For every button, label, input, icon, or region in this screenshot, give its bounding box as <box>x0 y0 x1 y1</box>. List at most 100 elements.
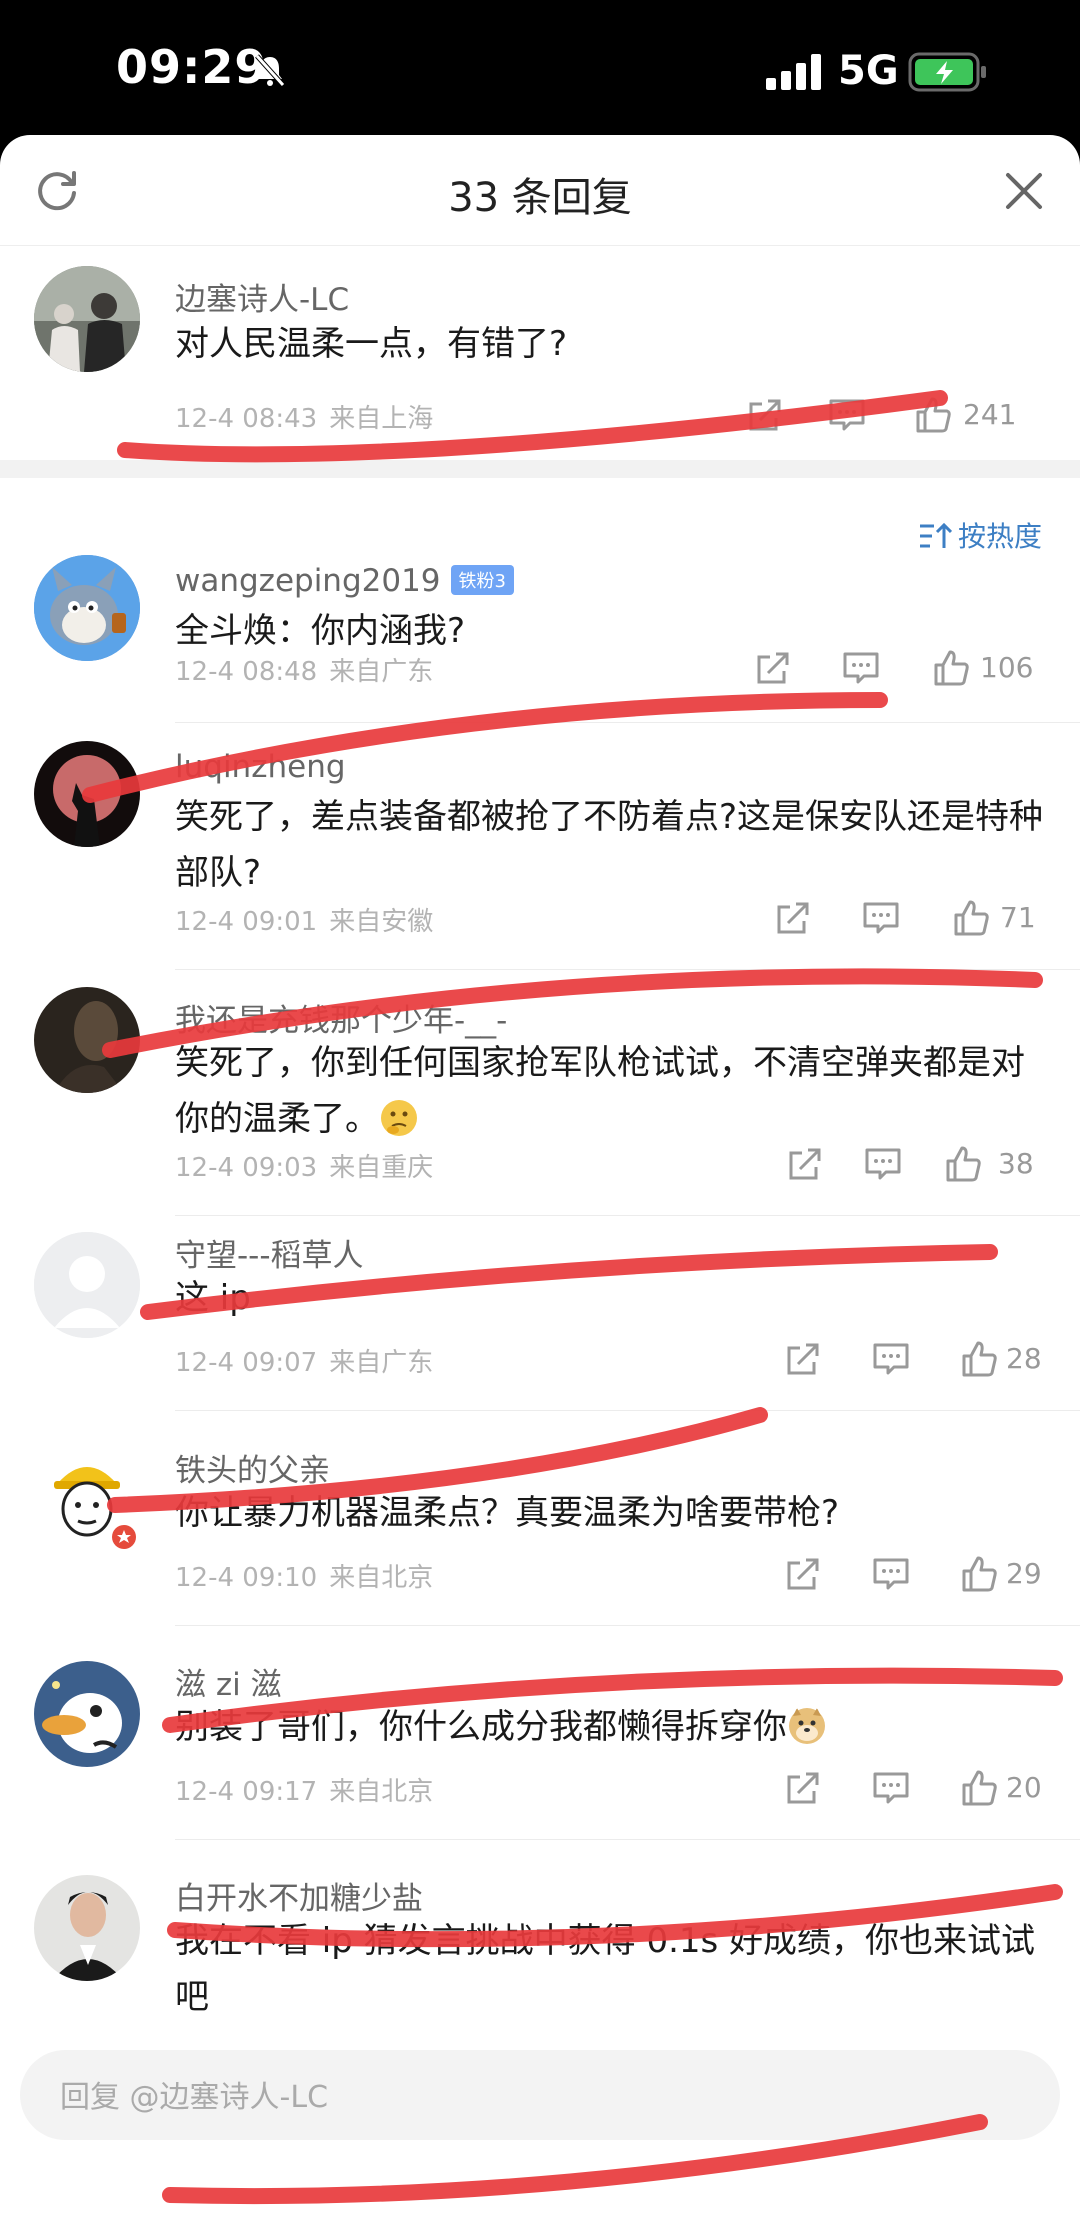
comment-meta: 12-4 08:48 来自广东 <box>175 651 433 688</box>
avatar[interactable] <box>34 1661 140 1767</box>
like-count: 241 <box>963 398 1017 431</box>
reply-input[interactable]: 回复 @边塞诗人-LC <box>20 2050 1060 2140</box>
comment-time: 12-4 09:10 <box>175 1563 318 1593</box>
fan-badge: 铁粉3 <box>450 565 514 595</box>
comment-username[interactable]: wangzeping2019 铁粉3 <box>175 563 514 599</box>
reply-item: 我还是充钱那个少年-__- 笑死了，你到任何国家抢军队枪试试，不清空弹夹都是对你… <box>0 983 1080 1253</box>
comment-content: 我在不看 ip 猜发言挑战中获得 0.1s 好成绩，你也来试试吧 <box>175 1921 1036 2017</box>
mute-icon <box>255 54 285 87</box>
close-icon[interactable] <box>1004 171 1044 211</box>
like-icon[interactable] <box>960 1769 998 1807</box>
comment-actions: 20 <box>784 1769 1046 1809</box>
like-icon[interactable] <box>952 899 990 937</box>
avatar[interactable] <box>34 1875 140 1981</box>
status-bar: 09:29 5G <box>0 0 1080 140</box>
comment-actions: 29 <box>784 1555 1046 1595</box>
comment-icon[interactable] <box>872 1340 910 1378</box>
reply-placeholder: 回复 @边塞诗人-LC <box>60 2080 329 2115</box>
comment-text: 别装了哥们，你什么成分我都懒得拆穿你 <box>175 1707 787 1747</box>
comment-content: 别装了哥们，你什么成分我都懒得拆穿你 <box>175 1699 1045 1755</box>
avatar[interactable] <box>34 987 140 1093</box>
username-text: wangzeping2019 <box>175 563 441 599</box>
avatar[interactable] <box>34 266 140 372</box>
divider <box>175 1625 1080 1626</box>
comment-text: 笑死了，你到任何国家抢军队枪试试，不清空弹夹都是对你的温柔了。 <box>175 1043 1025 1139</box>
share-icon[interactable] <box>784 1769 822 1807</box>
comment-meta: 12-4 09:07 来自广东 <box>175 1342 433 1379</box>
comment-time: 12-4 08:43 <box>175 404 318 434</box>
sort-label: 按热度 <box>957 520 1042 553</box>
avatar[interactable] <box>34 1447 140 1553</box>
comment-actions: 28 <box>784 1340 1046 1380</box>
like-icon[interactable] <box>914 396 952 434</box>
like-count: 106 <box>980 651 1034 684</box>
comment-meta: 12-4 09:17 来自北京 <box>175 1771 433 1808</box>
comment-location: 来自北京 <box>329 1563 434 1593</box>
comment-username[interactable]: luqinzheng <box>175 749 346 785</box>
comment-username[interactable]: 守望---稻草人 <box>175 1230 364 1275</box>
comment-username[interactable]: 我还是充钱那个少年-__- <box>175 995 507 1040</box>
share-icon[interactable] <box>746 396 784 434</box>
divider <box>175 722 1080 723</box>
like-icon[interactable] <box>960 1555 998 1593</box>
comment-location: 来自广东 <box>329 657 434 687</box>
like-icon[interactable] <box>932 649 970 687</box>
replies-panel: 33 条回复 边塞诗人-LC 对人民温柔一点，有错了? 12-4 08:43 来自… <box>0 135 1080 2233</box>
comment-icon[interactable] <box>862 899 900 937</box>
comment-actions: 71 <box>774 899 1046 939</box>
divider <box>175 1410 1080 1411</box>
comment-username[interactable]: 铁头的父亲 <box>175 1445 330 1490</box>
doge-emoji-icon <box>789 1708 825 1744</box>
share-icon[interactable] <box>784 1555 822 1593</box>
comment-actions: 38 <box>786 1145 1046 1185</box>
share-icon[interactable] <box>784 1340 822 1378</box>
comment-username[interactable]: 边塞诗人-LC <box>175 274 349 319</box>
section-divider <box>0 460 1080 478</box>
like-count: 38 <box>998 1147 1034 1180</box>
comment-icon[interactable] <box>864 1145 902 1183</box>
avatar[interactable] <box>34 741 140 847</box>
comment-icon[interactable] <box>872 1555 910 1593</box>
share-icon[interactable] <box>754 649 792 687</box>
comment-time: 12-4 09:01 <box>175 907 318 937</box>
comment-icon[interactable] <box>842 649 880 687</box>
comment-time: 12-4 09:17 <box>175 1777 318 1807</box>
battery-icon <box>908 52 986 92</box>
comment-location: 来自重庆 <box>329 1153 434 1183</box>
comment-location: 来自广东 <box>329 1348 434 1378</box>
comment-icon[interactable] <box>828 396 866 434</box>
status-time: 09:29 <box>116 40 268 94</box>
reply-item: 滋 zi 滋 别装了哥们，你什么成分我都懒得拆穿你 12-4 09:17 来自北京… <box>0 1659 1080 1869</box>
like-icon[interactable] <box>960 1340 998 1378</box>
divider <box>175 969 1080 970</box>
comment-content: 笑死了，你到任何国家抢军队枪试试，不清空弹夹都是对你的温柔了。 <box>175 1035 1045 1147</box>
avatar[interactable] <box>34 1232 140 1338</box>
comment-meta: 12-4 09:10 来自北京 <box>175 1557 433 1594</box>
network-type: 5G <box>838 48 899 94</box>
comment-content: 笑死了，差点装备都被抢了不防着点?这是保安队还是特种部队? <box>175 797 1044 893</box>
share-icon[interactable] <box>774 899 812 937</box>
comment-username[interactable]: 滋 zi 滋 <box>175 1659 282 1704</box>
comment-location: 来自安徽 <box>329 907 434 937</box>
divider <box>175 1839 1080 1840</box>
comment-username[interactable]: 白开水不加糖少盐 <box>175 1873 423 1918</box>
reply-item: 守望---稻草人 这 ip 12-4 09:07 来自广东 28 <box>0 1230 1080 1440</box>
comment-time: 12-4 09:07 <box>175 1348 318 1378</box>
comment-content: 这 ip <box>175 1278 251 1318</box>
reply-item: luqinzheng 笑死了，差点装备都被抢了不防着点?这是保安队还是特种部队?… <box>0 737 1080 1007</box>
comment-content: 你让暴力机器温柔点？真要温柔为啥要带枪? <box>175 1493 840 1533</box>
avatar[interactable] <box>34 555 140 661</box>
like-icon[interactable] <box>944 1145 982 1183</box>
comment-actions: 106 <box>754 649 1046 689</box>
comment-icon[interactable] <box>872 1769 910 1807</box>
comment-time: 12-4 08:48 <box>175 657 318 687</box>
share-icon[interactable] <box>786 1145 824 1183</box>
like-count: 71 <box>1000 901 1036 934</box>
comment-actions: 241 <box>746 396 1046 436</box>
like-count: 29 <box>1006 1557 1042 1590</box>
reply-item: 铁头的父亲 你让暴力机器温柔点？真要温柔为啥要带枪? 12-4 09:10 来自北… <box>0 1445 1080 1655</box>
comment-location: 来自上海 <box>329 404 434 434</box>
comment-location: 来自北京 <box>329 1777 434 1807</box>
sort-button[interactable]: 按热度 <box>918 515 1042 555</box>
like-count: 20 <box>1006 1771 1042 1804</box>
